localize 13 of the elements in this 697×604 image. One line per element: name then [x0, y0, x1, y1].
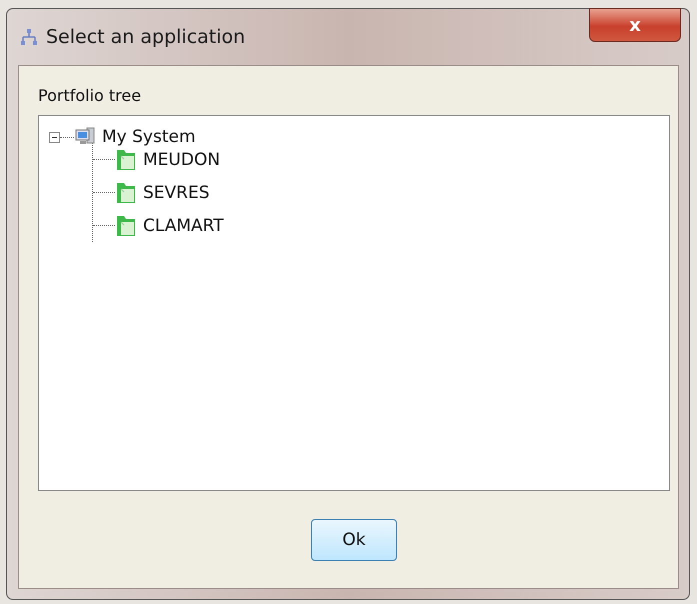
tree-item[interactable]: MEUDON — [143, 150, 220, 170]
folder-icon — [115, 214, 137, 238]
ok-button[interactable]: Ok — [311, 518, 397, 560]
tree-item[interactable]: My System — [102, 127, 196, 147]
window-title: Select an application — [46, 26, 246, 48]
folder-icon — [115, 148, 137, 172]
folder-icon — [115, 180, 137, 204]
close-button[interactable]: x — [589, 8, 681, 42]
tree-item[interactable]: SEVRES — [143, 182, 210, 202]
hierarchy-icon — [20, 28, 38, 46]
tree-label: Portfolio tree — [38, 86, 142, 105]
collapse-toggle[interactable] — [49, 132, 60, 142]
tree-item[interactable]: CLAMART — [143, 216, 224, 236]
